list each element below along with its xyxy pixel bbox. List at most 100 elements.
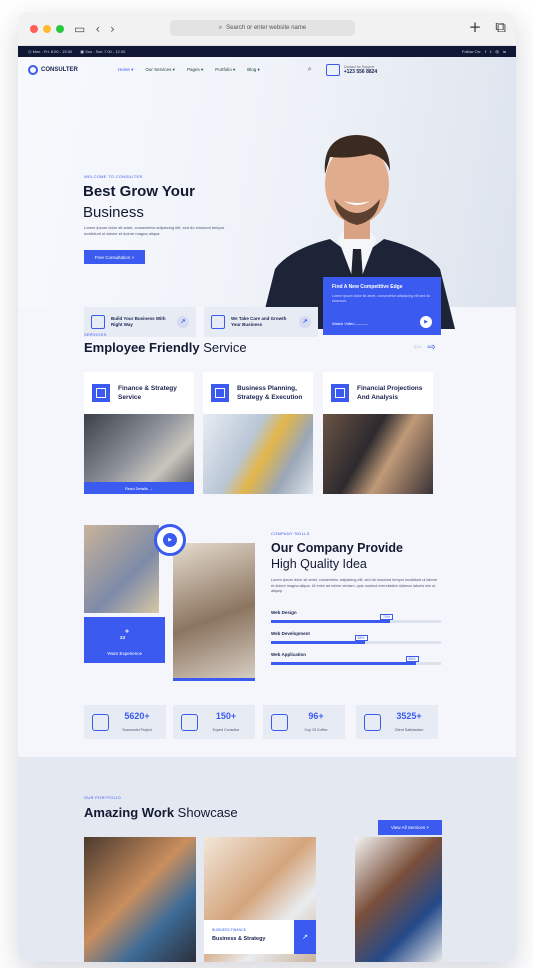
hero-text: Lorem ipsum dolor sit amet, consectetur … — [84, 225, 225, 236]
close-dot[interactable] — [30, 24, 38, 33]
hero-title-light: Business — [83, 204, 144, 221]
support-contact[interactable]: Contact for Support +123 556 8824 — [325, 64, 377, 76]
free-consultation-button[interactable]: Free Consultation > — [84, 250, 145, 264]
stat-value: 150+ — [215, 711, 237, 721]
service-card[interactable]: Business Planning, Strategy & Execution — [203, 372, 313, 494]
watch-video-link[interactable]: Watch Video ——— — [332, 321, 368, 326]
video-button[interactable]: ▶ — [154, 524, 186, 556]
next-arrow-icon[interactable]: ⇨ — [427, 342, 435, 353]
search-icon: ⌕ — [218, 24, 223, 31]
services-title-bold: Employee Friendly — [84, 340, 200, 355]
analysis-icon — [331, 384, 349, 402]
experience-number: 23 — [119, 635, 125, 640]
forward-icon[interactable]: › — [110, 22, 115, 36]
view-all-services-button[interactable]: View All Services > — [378, 820, 442, 835]
logo-text: CONSULTER — [41, 67, 78, 73]
facebook-icon[interactable]: f — [485, 49, 486, 54]
link-icon[interactable]: ↗ — [294, 920, 316, 954]
portfolio-title-light: Showcase — [174, 805, 238, 820]
new-tab-icon[interactable]: + — [469, 18, 482, 36]
portfolio-caption[interactable]: BUSINESS FINANCE Business & Strategy ↗ — [204, 920, 316, 954]
top-info-bar: ◷ Mon - Fri: 8.00 - 19.00 ▣ Sun - Sat: 7… — [18, 46, 516, 57]
maximize-dot[interactable] — [56, 24, 64, 33]
skill-percent: 85% — [405, 656, 419, 662]
experience-plus: + — [124, 628, 130, 636]
nav-item-pages[interactable]: Pages ▾ — [187, 67, 203, 73]
service-image — [203, 414, 313, 494]
skills-text: Lorem ipsum dolor sit amet, consectetur … — [271, 578, 438, 593]
feature-card[interactable]: We Take Care and Growth Your Business ↗ — [204, 307, 318, 337]
planning-icon — [211, 384, 229, 402]
hero-title: Best Grow Your Business — [83, 181, 195, 223]
tabs-overview-icon[interactable]: ⧉ — [495, 18, 506, 36]
caption-kicker: BUSINESS FINANCE — [212, 928, 247, 932]
browser-window: ▭ ‹ › ⌕ Search or enter website name + ⧉… — [18, 12, 516, 962]
play-icon[interactable]: ▶ — [420, 316, 432, 328]
linkedin-icon[interactable]: in — [503, 49, 506, 54]
nav-item-home[interactable]: Home ▾ — [118, 67, 134, 73]
growth-icon — [91, 315, 105, 329]
service-card[interactable]: Finance & Strategy Service Read Details … — [84, 372, 194, 494]
caption-title: Business & Strategy — [212, 936, 266, 942]
stat-value: 3525+ — [396, 711, 422, 721]
arrow-icon[interactable]: ↗ — [299, 316, 311, 328]
twitter-icon[interactable]: t — [490, 49, 491, 54]
service-name: Business Planning, Strategy & Execution — [237, 385, 303, 401]
competitive-edge-card: Find A New Competitive Edge Lorem ipsum … — [323, 277, 441, 335]
instagram-icon[interactable]: ◎ — [495, 49, 499, 54]
skill-bar: Web Application 85% — [271, 652, 441, 665]
hours-weekday: Mon - Fri: 8.00 - 19.00 — [32, 49, 73, 54]
address-bar[interactable]: ⌕ Search or enter website name — [170, 20, 355, 36]
skill-bar: Web Design 70% — [271, 610, 441, 623]
window-controls — [30, 24, 64, 33]
portfolio-image[interactable] — [355, 837, 442, 962]
back-icon[interactable]: ‹ — [95, 22, 100, 36]
stat-card: 96+ Cup Of Coffee — [263, 705, 345, 739]
site-logo[interactable]: CONSULTER — [28, 65, 78, 75]
consultant-icon — [181, 714, 198, 731]
portfolio-kicker: OUR PORTFOLIO — [84, 795, 121, 800]
skill-percent: 55% — [354, 635, 368, 641]
skill-fill — [271, 641, 365, 644]
skill-fill — [271, 662, 416, 665]
nav-search-icon[interactable]: ⌕ — [308, 66, 312, 74]
feature-label: We Take Care and Growth Your Business — [231, 316, 287, 327]
nav-item-portfolio[interactable]: Portfolio ▾ — [215, 67, 235, 73]
skill-bar: Web Development 55% — [271, 631, 441, 644]
care-icon — [211, 315, 225, 329]
card-title: Find A New Competitive Edge — [332, 284, 403, 290]
stat-card: 3525+ Client Satisfaction — [356, 705, 438, 739]
portfolio-title-bold: Amazing Work — [84, 805, 175, 820]
skills-title-bold: Our Company Provide — [271, 541, 403, 555]
logo-icon — [28, 65, 38, 75]
feature-label: Build Your Business With Right Way — [111, 316, 166, 327]
main-nav: CONSULTER Home ▾ Our Services ▾ Pages ▾ … — [18, 57, 516, 83]
hero-section: CONSULTER Home ▾ Our Services ▾ Pages ▾ … — [18, 57, 516, 337]
services-title-light: Service — [199, 340, 247, 355]
chart-icon — [92, 384, 110, 402]
read-details-button[interactable]: Read Details → — [84, 482, 194, 494]
team-photo — [173, 543, 255, 681]
chat-icon — [325, 64, 340, 76]
prev-arrow-icon[interactable]: ⇦ — [413, 342, 421, 353]
minimize-dot[interactable] — [43, 24, 51, 33]
nav-item-blog[interactable]: Blog ▾ — [247, 67, 260, 73]
stat-label: Client Satisfaction — [394, 728, 424, 732]
stat-value: 96+ — [308, 711, 324, 721]
portfolio-image[interactable] — [84, 837, 196, 962]
skill-percent: 70% — [380, 614, 394, 620]
service-name: Finance & Strategy Service — [118, 385, 177, 401]
slider-arrows: ⇦ ⇨ — [413, 342, 436, 353]
service-card[interactable]: Financial Projections And Analysis — [323, 372, 433, 494]
stat-value: 5620+ — [124, 711, 150, 721]
hours-weekend: Sun - Sat: 7.00 - 12.00 — [85, 49, 126, 54]
portfolio-title: Amazing Work Showcase — [84, 805, 238, 820]
skill-label: Web Design — [271, 610, 297, 615]
stat-label: Successful Project — [122, 728, 152, 732]
address-placeholder: Search or enter website name — [226, 25, 307, 31]
skills-kicker: COMPANY SKILLS — [271, 531, 310, 536]
stat-card: 150+ Expert Consultor — [173, 705, 255, 739]
sidebar-icon[interactable]: ▭ — [74, 22, 85, 36]
arrow-icon[interactable]: ↗ — [177, 316, 189, 328]
nav-item-services[interactable]: Our Services ▾ — [145, 67, 175, 73]
